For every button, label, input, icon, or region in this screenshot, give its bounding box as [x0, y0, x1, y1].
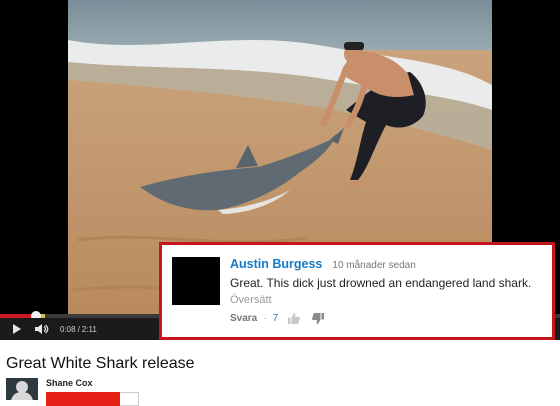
volume-icon — [35, 324, 49, 334]
video-title: Great White Shark release — [6, 355, 195, 372]
comment-body: Austin Burgess 10 månader sedan Great. T… — [230, 257, 546, 324]
thumbs-up-icon — [288, 313, 301, 324]
avatar-shoulders-shape — [11, 392, 33, 400]
play-icon — [13, 324, 21, 334]
current-time: 0:08 — [60, 324, 76, 334]
time-separator: / — [77, 324, 80, 334]
like-button[interactable] — [288, 313, 301, 324]
comment-timestamp[interactable]: 10 månader sedan — [332, 260, 415, 271]
time-display: 0:08/2:11 — [60, 325, 97, 334]
play-button[interactable] — [4, 318, 30, 340]
comment-actions: Svara · 7 — [230, 313, 546, 324]
reply-button[interactable]: Svara — [230, 313, 257, 324]
duration: 2:11 — [81, 324, 97, 334]
subscribe-button[interactable] — [46, 392, 120, 406]
dislike-button[interactable] — [312, 313, 325, 324]
volume-button[interactable] — [30, 318, 54, 340]
subscriber-count-box — [120, 392, 139, 406]
action-separator: · — [263, 313, 267, 324]
comment-text: Great. This dick just drowned an endange… — [230, 276, 532, 290]
owner-info: Shane Cox — [46, 378, 139, 406]
owner-name[interactable]: Shane Cox — [46, 378, 139, 388]
thumbs-down-icon — [312, 313, 325, 324]
comment-card: Austin Burgess 10 månader sedan Great. T… — [159, 242, 555, 340]
owner-avatar[interactable] — [6, 378, 38, 400]
like-count: 7 — [272, 313, 279, 324]
comment-header: Austin Burgess 10 månader sedan — [230, 257, 546, 271]
commenter-avatar[interactable] — [172, 257, 220, 305]
video-owner: Shane Cox — [6, 378, 139, 406]
translate-link[interactable]: Översätt — [230, 294, 546, 306]
subscribe-row — [46, 392, 139, 406]
comment-author[interactable]: Austin Burgess — [230, 257, 322, 271]
